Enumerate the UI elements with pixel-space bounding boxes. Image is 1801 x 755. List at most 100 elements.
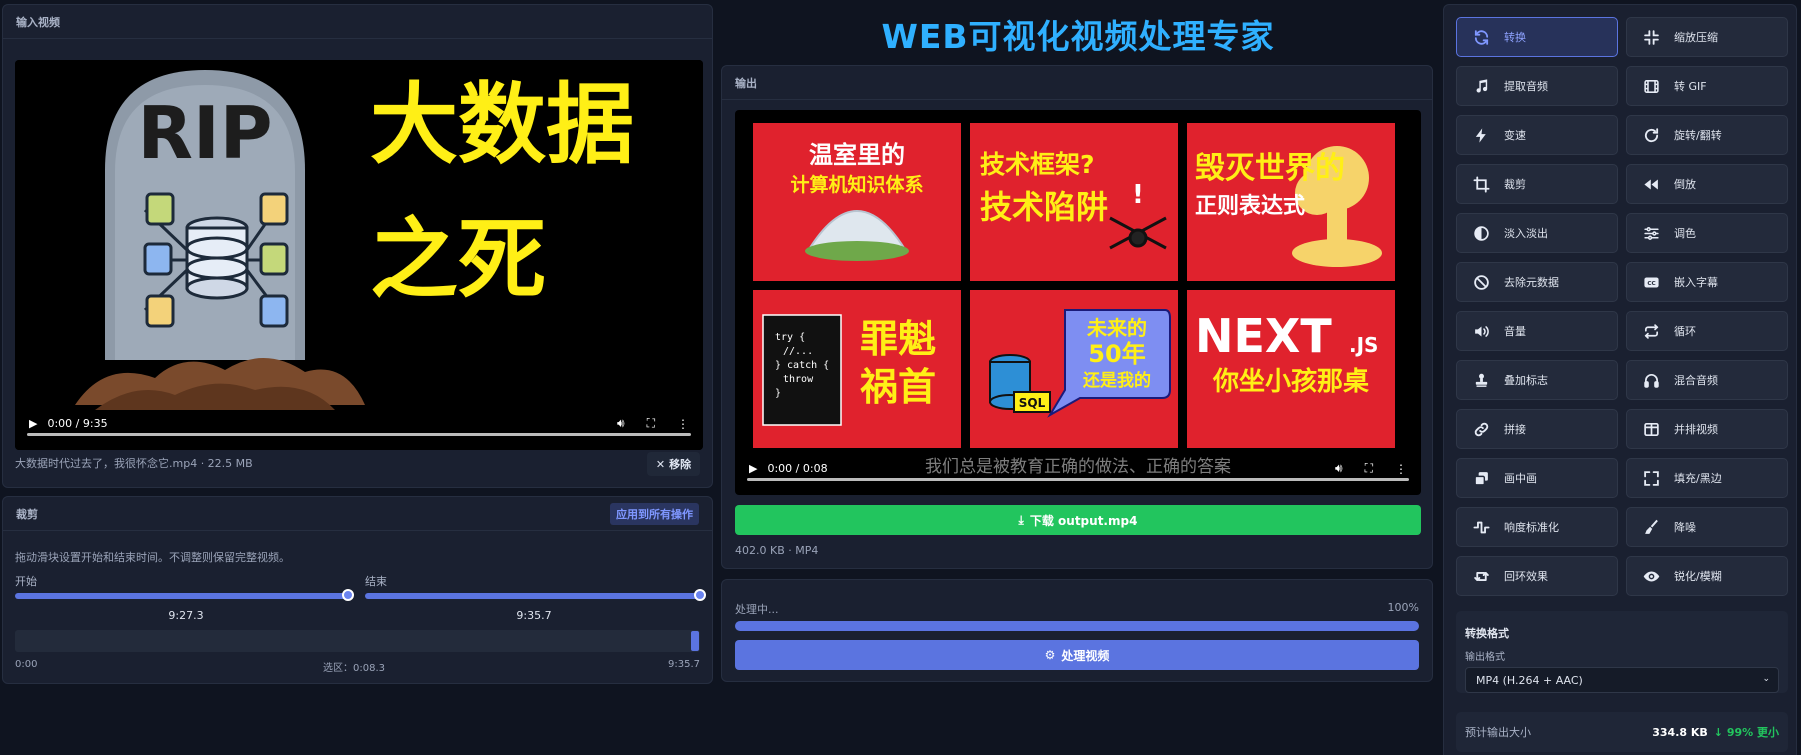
operation-button-1[interactable]: 缩放压缩 <box>1626 17 1788 57</box>
output-panel-header: 输出 <box>722 66 1432 100</box>
fullscreen-icon[interactable]: ⛶ <box>647 416 655 431</box>
operation-button-23[interactable]: 锐化/模糊 <box>1626 556 1788 596</box>
operation-label: 降噪 <box>1674 521 1696 534</box>
operation-button-3[interactable]: 转 GIF <box>1626 66 1788 106</box>
selection-track[interactable] <box>15 630 700 652</box>
operation-button-13[interactable]: 循环 <box>1626 311 1788 351</box>
headphones-icon <box>1642 371 1660 389</box>
operation-label: 并排视频 <box>1674 423 1718 436</box>
operation-label: 调色 <box>1674 227 1696 240</box>
more-options-icon[interactable]: ⋮ <box>1395 462 1407 476</box>
operation-button-10[interactable]: 去除元数据 <box>1456 262 1618 302</box>
process-progress-bar <box>735 621 1419 631</box>
operation-label: 锐化/模糊 <box>1674 570 1722 583</box>
operation-button-4[interactable]: 变速 <box>1456 115 1618 155</box>
stamp-icon <box>1472 371 1490 389</box>
operation-button-2[interactable]: 提取音频 <box>1456 66 1618 106</box>
output-tile-2: 技术框架? 技术陷阱 ! <box>970 123 1178 281</box>
rewind-icon <box>1642 175 1660 193</box>
tile-5-line-3: 还是我的 <box>1082 370 1151 391</box>
input-panel-title: 输入视频 <box>16 15 60 29</box>
operation-label: 转换 <box>1504 31 1526 44</box>
crop-icon <box>1472 175 1490 193</box>
remove-button[interactable]: ✕ 移除 <box>647 452 700 476</box>
output-tile-6: NEXT .JS 你坐小孩那桌 <box>1187 290 1395 448</box>
operation-button-0[interactable]: 转换 <box>1456 17 1618 57</box>
operation-label: 倒放 <box>1674 178 1696 191</box>
eye-icon <box>1642 567 1660 585</box>
music-note-icon <box>1472 77 1490 95</box>
operation-button-16[interactable]: 拼接 <box>1456 409 1618 449</box>
end-slider-knob[interactable] <box>694 589 706 601</box>
operation-label: 回环效果 <box>1504 570 1548 583</box>
loop-icon <box>1642 322 1660 340</box>
tile-5-line-1: 未来的 <box>1087 316 1147 340</box>
operation-button-7[interactable]: 倒放 <box>1626 164 1788 204</box>
tile-2-line-2: 技术陷阱 <box>980 188 1108 226</box>
input-video-panel: 输入视频 RIP 大数据 之死 ▶ 0:00 / 9:35 🔊︎ ⛶ ⋮ 大数据… <box>2 4 713 488</box>
input-video-player[interactable]: RIP 大数据 之死 ▶ 0:00 / 9:35 🔊︎ ⛶ ⋮ <box>15 60 703 450</box>
operation-button-8[interactable]: 淡入淡出 <box>1456 213 1618 253</box>
operation-button-14[interactable]: 叠加标志 <box>1456 360 1618 400</box>
cc-icon: CC <box>1642 273 1660 291</box>
trim-description: 拖动滑块设置开始和结束时间。不调整则保留完整视频。 <box>15 551 290 564</box>
input-panel-header: 输入视频 <box>3 5 712 39</box>
download-label: 下载 output.mp4 <box>1029 513 1138 528</box>
output-video-seekbar[interactable] <box>747 478 1409 481</box>
output-thumbnail-grid: 温室里的 计算机知识体系 技术框架? 技术陷阱 ! 毁灭世界的 正则表达式 tr… <box>753 123 1395 448</box>
fullscreen-icon[interactable]: ⛶ <box>1365 461 1373 476</box>
output-format-select[interactable]: MP4 (H.264 + AAC) ⌄ <box>1465 667 1779 693</box>
operation-label: 裁剪 <box>1504 178 1526 191</box>
play-icon[interactable]: ▶ <box>749 462 757 475</box>
more-options-icon[interactable]: ⋮ <box>677 417 689 431</box>
download-button[interactable]: ⤓ 下载 output.mp4 <box>735 505 1421 535</box>
operation-label: 去除元数据 <box>1504 276 1559 289</box>
play-icon[interactable]: ▶ <box>29 417 37 430</box>
apply-to-all-button[interactable]: 应用到所有操作 <box>610 502 699 525</box>
operation-button-15[interactable]: 混合音频 <box>1626 360 1788 400</box>
operation-button-18[interactable]: 画中画 <box>1456 458 1618 498</box>
input-video-thumbnail: RIP 大数据 之死 <box>15 60 703 450</box>
retweet-icon <box>1472 567 1490 585</box>
volume-icon[interactable]: 🔊︎ <box>1335 461 1343 476</box>
output-panel-title: 输出 <box>735 76 757 90</box>
tile-6-js: .JS <box>1349 333 1378 357</box>
output-video-player[interactable]: 温室里的 计算机知识体系 技术框架? 技术陷阱 ! 毁灭世界的 正则表达式 tr… <box>735 110 1421 495</box>
rotate-icon <box>1642 126 1660 144</box>
operation-button-21[interactable]: 降噪 <box>1626 507 1788 547</box>
end-slider[interactable] <box>365 589 706 601</box>
waveform-icon <box>1472 518 1490 536</box>
operation-button-22[interactable]: 回环效果 <box>1456 556 1618 596</box>
tombstone-text: RIP <box>138 91 273 175</box>
input-video-seekbar[interactable] <box>27 433 691 436</box>
operation-button-19[interactable]: 填充/黑边 <box>1626 458 1788 498</box>
start-slider-knob[interactable] <box>342 589 354 601</box>
half-circle-icon <box>1472 224 1490 242</box>
volume-icon[interactable]: 🔊︎ <box>617 416 625 431</box>
input-file-info: 大数据时代过去了，我很怀念它.mp4 · 22.5 MB <box>15 457 253 470</box>
trim-panel: 裁剪 应用到所有操作 拖动滑块设置开始和结束时间。不调整则保留完整视频。 开始 … <box>2 496 713 684</box>
start-slider[interactable] <box>15 589 354 601</box>
end-value: 9:35.7 <box>516 609 552 622</box>
tile-4-line-1: 罪魁 <box>860 317 936 361</box>
operation-button-20[interactable]: 响度标准化 <box>1456 507 1618 547</box>
operation-button-17[interactable]: 并排视频 <box>1626 409 1788 449</box>
operation-label: 音量 <box>1504 325 1526 338</box>
lightning-icon <box>1472 126 1490 144</box>
start-value: 9:27.3 <box>168 609 204 622</box>
operation-label: 旋转/翻转 <box>1674 129 1722 142</box>
operation-button-6[interactable]: 裁剪 <box>1456 164 1618 204</box>
remove-label: 移除 <box>669 458 692 471</box>
operation-button-9[interactable]: 调色 <box>1626 213 1788 253</box>
operation-button-12[interactable]: 音量 <box>1456 311 1618 351</box>
operation-button-11[interactable]: CC 嵌入字幕 <box>1626 262 1788 302</box>
output-video-time: 0:00 / 0:08 <box>767 462 828 475</box>
sliders-icon <box>1642 224 1660 242</box>
operation-button-5[interactable]: 旋转/翻转 <box>1626 115 1788 155</box>
selection-handle[interactable] <box>691 631 699 651</box>
operation-label: 淡入淡出 <box>1504 227 1548 240</box>
size-reduction-badge: ↓ 99% 更小 <box>1713 726 1779 739</box>
process-video-button[interactable]: ⚙ 处理视频 <box>735 640 1419 670</box>
operations-grid: 转换 缩放压缩 提取音频 转 GIF 变速 旋转/翻转裁剪 倒放淡入淡出 调色去除元数据 CC 嵌… <box>1456 17 1788 596</box>
tile-1-line-1: 温室里的 <box>809 141 905 169</box>
